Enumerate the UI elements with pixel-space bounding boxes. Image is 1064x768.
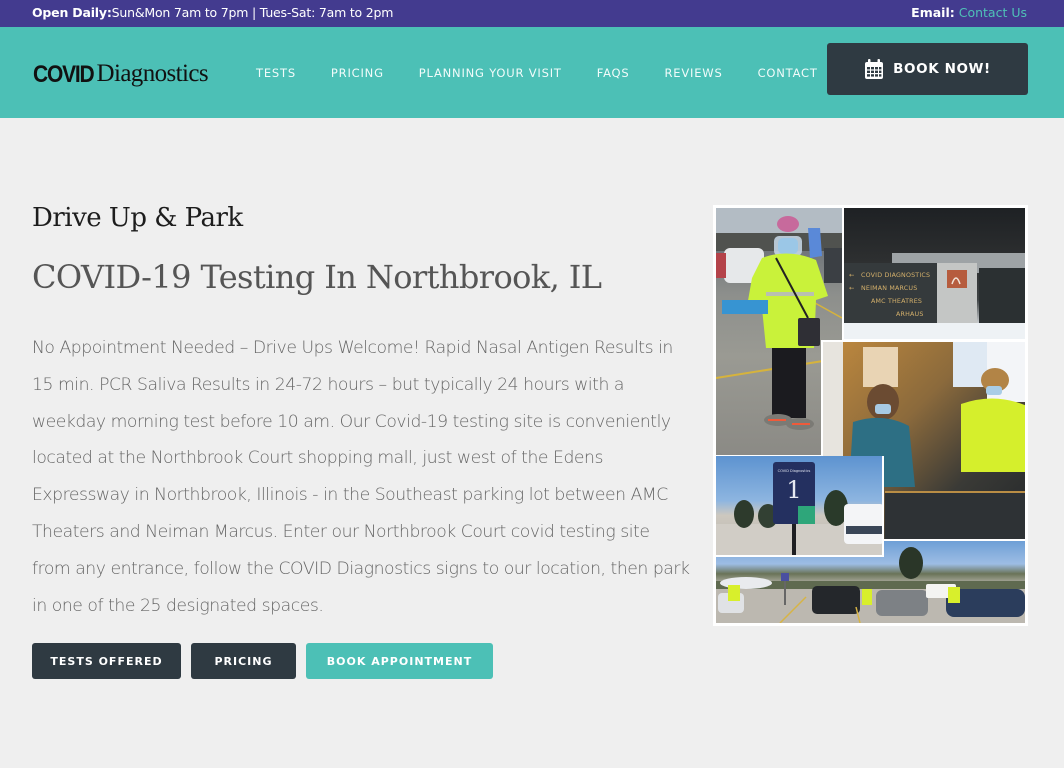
hero-buttons: TESTS OFFERED PRICING BOOK APPOINTMENT xyxy=(32,643,503,679)
top-info-bar: Open Daily:Sun&Mon 7am to 7pm | Tues-Sat… xyxy=(0,0,1064,27)
hours-label: Open Daily: xyxy=(32,5,112,20)
tests-offered-button[interactable]: TESTS OFFERED xyxy=(32,643,181,679)
nav-pricing[interactable]: PRICING xyxy=(331,66,384,80)
site-logo[interactable]: COVID Diagnostics xyxy=(33,60,209,88)
parking-sign-number: 1 xyxy=(786,476,801,504)
sign-line-amc: AMC THEATRES xyxy=(871,298,922,305)
logo-serif-text: Diagnostics xyxy=(96,60,209,87)
photo-directory-sign: ← COVID DIAGNOSTICS ← NEIMAN MARCUS AMC … xyxy=(844,208,1025,339)
site-header: COVID Diagnostics TESTS PRICING PLANNING … xyxy=(0,27,1064,118)
hero-eyebrow: Drive Up & Park xyxy=(32,203,243,233)
book-now-label: BOOK NOW! xyxy=(893,61,991,77)
sign-line-neiman: NEIMAN MARCUS xyxy=(861,285,917,292)
contact-us-link[interactable]: Contact Us xyxy=(959,5,1027,20)
sign-line-covid: COVID DIAGNOSTICS xyxy=(861,272,930,279)
svg-text:←: ← xyxy=(849,285,854,292)
email-info: Email: Contact Us xyxy=(911,5,1027,20)
calendar-icon xyxy=(865,59,884,79)
page-title: COVID-19 Testing In Northbrook, IL xyxy=(32,258,602,296)
logo-bold-text: COVID xyxy=(33,61,95,88)
svg-text:←: ← xyxy=(849,272,854,279)
book-appointment-button[interactable]: BOOK APPOINTMENT xyxy=(306,643,493,679)
nav-tests[interactable]: TESTS xyxy=(256,66,296,80)
nav-faqs[interactable]: FAQS xyxy=(597,66,630,80)
main-nav: TESTS PRICING PLANNING YOUR VISIT FAQS R… xyxy=(256,66,853,80)
opening-hours: Open Daily:Sun&Mon 7am to 7pm | Tues-Sat… xyxy=(32,5,393,20)
sign-line-arhaus: ARHAUS xyxy=(896,311,924,318)
hero-description: No Appointment Needed – Drive Ups Welcom… xyxy=(32,338,690,616)
nav-reviews[interactable]: REVIEWS xyxy=(665,66,723,80)
photo-collage: ← COVID DIAGNOSTICS ← NEIMAN MARCUS AMC … xyxy=(713,205,1028,626)
book-now-button[interactable]: BOOK NOW! xyxy=(827,43,1028,95)
nav-contact[interactable]: CONTACT xyxy=(758,66,818,80)
nav-planning-your-visit[interactable]: PLANNING YOUR VISIT xyxy=(419,66,562,80)
photo-parking-sign: COVID Diagnostics 1 xyxy=(716,456,884,557)
parking-sign-brand: COVID Diagnostics xyxy=(778,469,811,473)
email-label: Email: xyxy=(911,5,955,20)
hours-text: Sun&Mon 7am to 7pm | Tues-Sat: 7am to 2p… xyxy=(111,5,394,20)
pricing-button[interactable]: PRICING xyxy=(191,643,296,679)
